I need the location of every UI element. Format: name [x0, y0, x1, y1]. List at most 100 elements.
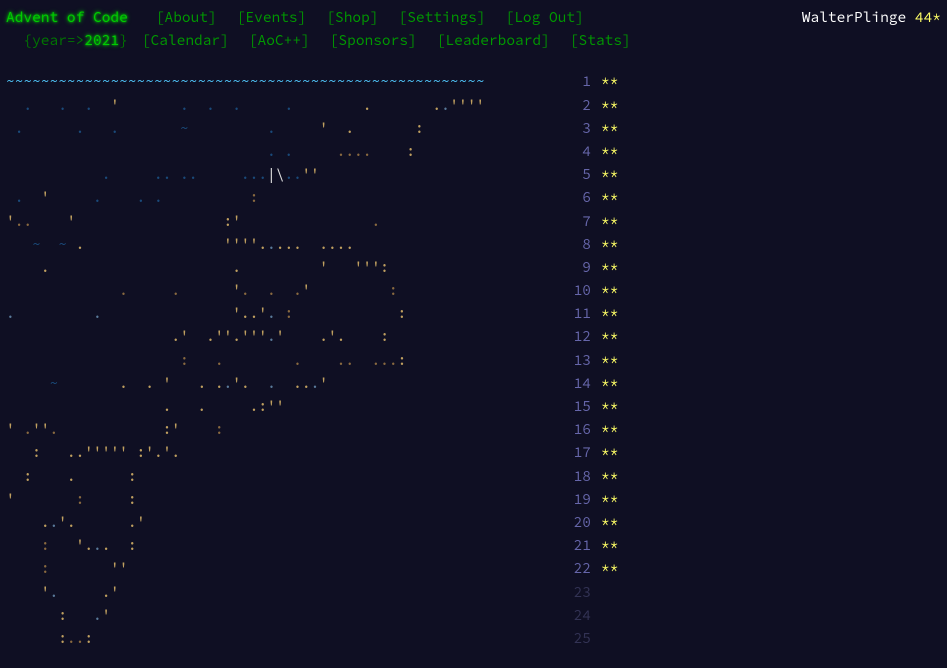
- calendar-day-23[interactable]: '. .' 23: [6, 581, 941, 604]
- calendar-day-2[interactable]: . . . ' . . . . . ..''''2**: [6, 94, 941, 117]
- day-number: 2: [561, 94, 601, 117]
- nav-stats[interactable]: [Stats]: [570, 29, 631, 52]
- day-art: : ..''''' :'.'.: [6, 441, 561, 464]
- day-art: ~ ~ . ''''..... ....: [6, 233, 561, 256]
- day-art: ~~~~~~~~~~~~~~~~~~~~~~~~~~~~~~~~~~~~~~~~…: [6, 70, 561, 93]
- calendar-day-25[interactable]: :..: 25: [6, 627, 941, 650]
- calendar-day-15[interactable]: . . .:'' 15**: [6, 395, 941, 418]
- calendar-day-6[interactable]: . ' . . . : 6**: [6, 186, 941, 209]
- day-number: 9: [561, 256, 601, 279]
- day-number: 16: [561, 418, 601, 441]
- day-stars: **: [601, 349, 629, 372]
- day-stars: **: [601, 256, 629, 279]
- day-number: 5: [561, 163, 601, 186]
- day-art: .' .''.'''.' .'. :: [6, 325, 561, 348]
- day-art: . .. .. ...|\..'': [6, 163, 561, 186]
- nav-logout[interactable]: [Log Out]: [506, 6, 584, 29]
- calendar-day-22[interactable]: : '' 22**: [6, 557, 941, 580]
- calendar-day-13[interactable]: : . . .. ...: 13**: [6, 349, 941, 372]
- calendar-day-12[interactable]: .' .''.'''.' .'. : 12**: [6, 325, 941, 348]
- day-number: 3: [561, 117, 601, 140]
- nav-calendar[interactable]: [Calendar]: [142, 29, 229, 52]
- event-year[interactable]: {year=>2021}: [6, 29, 128, 52]
- day-stars: **: [601, 186, 629, 209]
- nav-about[interactable]: [About]: [156, 6, 217, 29]
- nav-top: [About] [Events] [Shop] [Settings] [Log …: [156, 6, 802, 29]
- calendar-day-14[interactable]: ~ . . ' . ..'. . ...' 14**: [6, 372, 941, 395]
- day-number: 20: [561, 511, 601, 534]
- nav-shop[interactable]: [Shop]: [326, 6, 378, 29]
- day-number: 24: [561, 604, 601, 627]
- day-number: 17: [561, 441, 601, 464]
- day-art: '. .': [6, 581, 561, 604]
- day-number: 18: [561, 465, 601, 488]
- calendar-day-5[interactable]: . .. .. ...|\..'' 5**: [6, 163, 941, 186]
- day-stars: **: [601, 557, 629, 580]
- day-stars: **: [601, 233, 629, 256]
- calendar-day-10[interactable]: . . '. . .' : 10**: [6, 279, 941, 302]
- day-number: 11: [561, 302, 601, 325]
- site-title[interactable]: Advent of Code: [6, 6, 128, 29]
- calendar-day-16[interactable]: ' .''. :' : 16**: [6, 418, 941, 441]
- day-stars: **: [601, 163, 629, 186]
- calendar-day-20[interactable]: ..'. .' 20**: [6, 511, 941, 534]
- day-art: . ' . . . :: [6, 186, 561, 209]
- day-art: : . :: [6, 465, 561, 488]
- nav-sponsors[interactable]: [Sponsors]: [330, 29, 417, 52]
- day-art: ~ . . ' . ..'. . ...': [6, 372, 561, 395]
- day-art: . . . ~ . ' . :: [6, 117, 561, 140]
- calendar-day-8[interactable]: ~ ~ . ''''..... .... 8**: [6, 233, 941, 256]
- star-count: 44*: [915, 8, 941, 26]
- day-stars: **: [601, 140, 629, 163]
- day-art: :..:: [6, 627, 561, 650]
- day-number: 7: [561, 210, 601, 233]
- calendar-day-11[interactable]: . . '..'. : : 11**: [6, 302, 941, 325]
- day-number: 8: [561, 233, 601, 256]
- nav-aocpp[interactable]: [AoC++]: [249, 29, 310, 52]
- user-info: WalterPlinge 44*: [802, 6, 941, 29]
- day-stars: **: [601, 210, 629, 233]
- calendar-day-3[interactable]: . . . ~ . ' . : 3**: [6, 117, 941, 140]
- day-number: 13: [561, 349, 601, 372]
- nav-settings[interactable]: [Settings]: [399, 6, 486, 29]
- calendar-day-17[interactable]: : ..''''' :'.'. 17**: [6, 441, 941, 464]
- day-stars: **: [601, 70, 629, 93]
- nav-events[interactable]: [Events]: [237, 6, 307, 29]
- day-art: . . '. . .' :: [6, 279, 561, 302]
- day-art: : '... :: [6, 534, 561, 557]
- day-number: 12: [561, 325, 601, 348]
- username: WalterPlinge: [802, 8, 906, 26]
- calendar-day-18[interactable]: : . : 18**: [6, 465, 941, 488]
- calendar-day-7[interactable]: '.. ' :' . 7**: [6, 210, 941, 233]
- calendar-day-19[interactable]: ' : : 19**: [6, 488, 941, 511]
- day-art: . . '..'. : :: [6, 302, 561, 325]
- day-number: 6: [561, 186, 601, 209]
- day-stars: **: [601, 441, 629, 464]
- day-art: : .': [6, 604, 561, 627]
- day-number: 21: [561, 534, 601, 557]
- day-art: ..'. .': [6, 511, 561, 534]
- day-number: 22: [561, 557, 601, 580]
- calendar-day-9[interactable]: . . ' ''': 9**: [6, 256, 941, 279]
- day-stars: **: [601, 418, 629, 441]
- day-stars: **: [601, 325, 629, 348]
- nav-bottom: [Calendar] [AoC++] [Sponsors] [Leaderboa…: [142, 29, 941, 52]
- day-stars: [601, 581, 629, 604]
- day-number: 14: [561, 372, 601, 395]
- calendar-day-21[interactable]: : '... : 21**: [6, 534, 941, 557]
- nav-leaderboard[interactable]: [Leaderboard]: [437, 29, 550, 52]
- day-stars: **: [601, 117, 629, 140]
- calendar-day-1[interactable]: ~~~~~~~~~~~~~~~~~~~~~~~~~~~~~~~~~~~~~~~~…: [6, 70, 941, 93]
- day-stars: **: [601, 372, 629, 395]
- day-stars: **: [601, 534, 629, 557]
- day-stars: **: [601, 279, 629, 302]
- calendar: ~~~~~~~~~~~~~~~~~~~~~~~~~~~~~~~~~~~~~~~~…: [6, 70, 941, 650]
- day-art: . . .:'': [6, 395, 561, 418]
- calendar-day-4[interactable]: . . .... : 4**: [6, 140, 941, 163]
- day-stars: **: [601, 94, 629, 117]
- calendar-day-24[interactable]: : .' 24: [6, 604, 941, 627]
- day-art: ' .''. :' :: [6, 418, 561, 441]
- day-stars: **: [601, 488, 629, 511]
- day-number: 23: [561, 581, 601, 604]
- day-stars: [601, 604, 629, 627]
